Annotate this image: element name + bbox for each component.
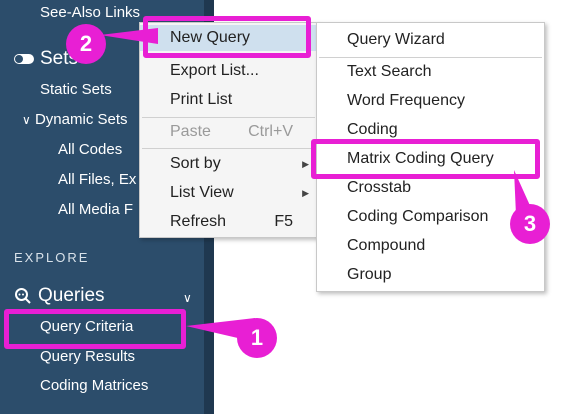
menu-separator: [142, 117, 315, 118]
step-1-badge: 1: [237, 318, 277, 358]
paste-label: Paste: [170, 123, 211, 140]
menu-separator: [142, 148, 315, 149]
queries-icon: [15, 288, 31, 304]
refresh-label: Refresh: [170, 213, 227, 230]
paste-shortcut: Ctrl+V: [248, 123, 293, 140]
submenu-item-text-search[interactable]: Text Search: [317, 59, 544, 85]
sets-icon: [14, 54, 34, 64]
submenu-item-group[interactable]: Group: [317, 262, 544, 288]
submenu-item-query-wizard[interactable]: Query Wizard: [317, 27, 544, 53]
coding-label: Coding: [347, 121, 398, 138]
query-wizard-label: Query Wizard: [347, 31, 445, 48]
coding-comparison-label: Coding Comparison: [347, 208, 489, 225]
text-search-label: Text Search: [347, 63, 432, 80]
submenu-item-compound[interactable]: Compound: [317, 233, 544, 259]
highlight-new-query: [143, 16, 311, 58]
print-list-label: Print List: [170, 91, 233, 108]
menu-item-refresh[interactable]: Refresh F5: [140, 209, 317, 235]
sidebar-item-all-files[interactable]: All Files, Ex: [58, 171, 136, 188]
menu-item-list-view[interactable]: List View ▶: [140, 180, 317, 206]
menu-item-paste[interactable]: Paste Ctrl+V: [140, 119, 317, 145]
export-list-label: Export List...: [170, 62, 259, 79]
section-label-explore: EXPLORE: [14, 250, 90, 265]
sidebar-item-see-also-links[interactable]: See-Also Links: [40, 4, 140, 21]
submenu-arrow-icon: ▶: [302, 158, 309, 169]
sidebar-header-queries[interactable]: Queries: [14, 285, 105, 307]
crosstab-label: Crosstab: [347, 179, 412, 196]
sidebar-item-all-codes[interactable]: All Codes: [58, 141, 122, 158]
step-3-badge: 3: [510, 204, 550, 244]
highlight-query-criteria: [4, 309, 186, 349]
list-view-label: List View: [170, 184, 234, 201]
menu-item-print-list[interactable]: Print List: [140, 87, 317, 113]
compound-label: Compound: [347, 237, 426, 254]
submenu-item-word-frequency[interactable]: Word Frequency: [317, 88, 544, 114]
sidebar-item-all-media[interactable]: All Media F: [58, 201, 133, 218]
step-2-badge: 2: [66, 24, 106, 64]
menu-separator: [319, 57, 542, 58]
sidebar-item-dynamic-sets[interactable]: ∨ Dynamic Sets: [22, 111, 128, 128]
collapse-queries-icon[interactable]: ∨: [183, 291, 192, 305]
queries-label: Queries: [38, 285, 105, 306]
menu-item-sort-by[interactable]: Sort by ▶: [140, 151, 317, 177]
refresh-shortcut: F5: [274, 213, 293, 230]
chevron-down-icon: ∨: [22, 113, 31, 127]
word-frequency-label: Word Frequency: [347, 92, 465, 109]
sidebar-item-coding-matrices[interactable]: Coding Matrices: [40, 377, 148, 394]
sidebar-item-query-results[interactable]: Query Results: [40, 348, 135, 365]
menu-item-export-list[interactable]: Export List...: [140, 58, 317, 84]
dynamic-sets-label: Dynamic Sets: [34, 111, 128, 128]
group-label: Group: [347, 266, 392, 283]
sidebar-item-static-sets[interactable]: Static Sets: [40, 81, 112, 98]
highlight-matrix-coding-query: [311, 139, 540, 179]
sort-by-label: Sort by: [170, 155, 221, 172]
submenu-arrow-icon: ▶: [302, 187, 309, 198]
